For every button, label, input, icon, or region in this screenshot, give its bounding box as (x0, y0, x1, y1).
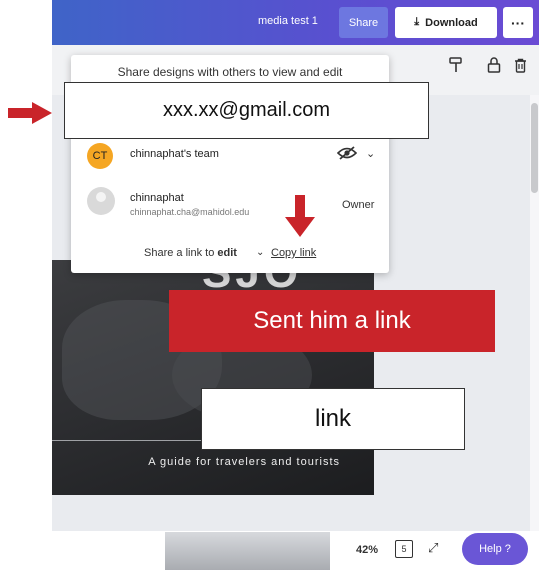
paint-roller-icon[interactable] (448, 57, 464, 73)
help-button[interactable]: Help ? (462, 533, 528, 565)
chevron-down-icon[interactable]: ⌄ (366, 147, 375, 160)
member-name: chinnaphat's team (130, 148, 219, 160)
download-icon: ⤓ (414, 16, 420, 28)
document-title[interactable]: media test 1 (258, 15, 318, 27)
trash-icon[interactable] (512, 57, 528, 73)
download-button[interactable]: ⤓ Download (395, 7, 497, 38)
chevron-down-icon[interactable]: ⌄ (256, 247, 264, 258)
member-name: chinnaphat (130, 192, 184, 204)
share-link-mode[interactable]: edit (217, 247, 237, 259)
arrow-down-icon (285, 195, 315, 237)
share-link-prefix: Share a link to (144, 247, 215, 259)
avatar: CT (87, 143, 113, 169)
member-row: CT chinnaphat's team ⌄ (81, 141, 381, 175)
annotation-link: link (201, 388, 465, 450)
page-thumbnail[interactable] (165, 532, 330, 570)
design-subtitle: A guide for travelers and tourists (148, 456, 340, 468)
member-email: chinnaphat.cha@mahidol.edu (130, 207, 250, 217)
member-row: chinnaphat chinnaphat.cha@mahidol.edu Ow… (81, 185, 381, 219)
share-button[interactable]: Share (339, 7, 388, 38)
member-role[interactable]: Owner (342, 199, 374, 211)
arrow-right-icon (8, 102, 52, 124)
scrollbar-thumb[interactable] (531, 103, 538, 193)
fullscreen-icon[interactable]: ⤢ (428, 540, 438, 556)
zoom-level[interactable]: 42% (356, 544, 378, 556)
share-panel-title: Share designs with others to view and ed… (117, 65, 343, 79)
copy-link-button[interactable]: Copy link (271, 247, 316, 259)
lock-icon[interactable] (486, 57, 502, 73)
more-options-button[interactable]: ··· (503, 7, 533, 38)
annotation-sent-link: Sent him a link (169, 290, 495, 352)
pages-icon[interactable]: 5 (395, 540, 413, 558)
email-input[interactable]: xxx.xx@gmail.com (64, 82, 429, 139)
avatar (87, 187, 115, 215)
eye-off-icon[interactable] (336, 146, 358, 163)
share-link-text: Share a link to edit (144, 247, 237, 259)
download-label: Download (425, 16, 478, 29)
left-strip (0, 0, 52, 581)
